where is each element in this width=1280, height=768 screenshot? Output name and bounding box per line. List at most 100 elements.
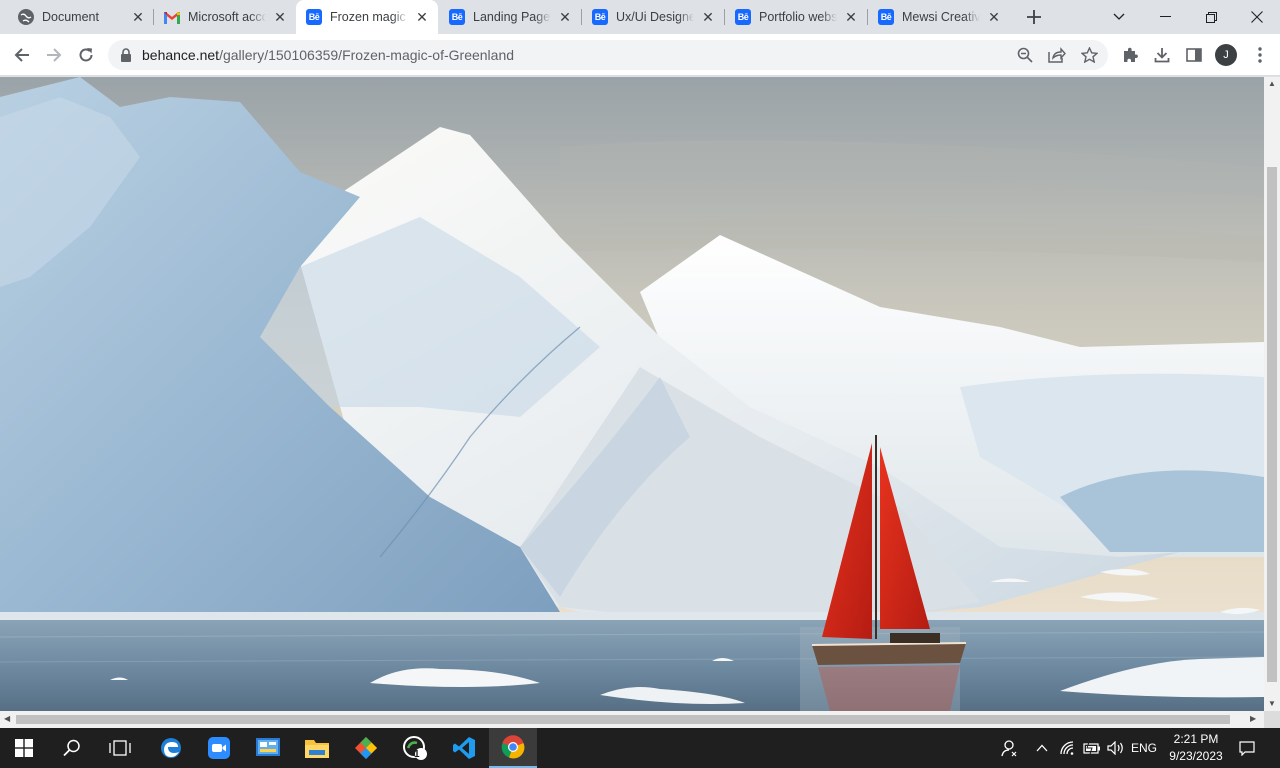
tab-title: Ux/Ui Designer bbox=[616, 10, 694, 24]
profile-avatar[interactable]: J bbox=[1215, 44, 1237, 66]
tab-search-button[interactable] bbox=[1096, 0, 1142, 34]
new-tab-button[interactable] bbox=[1022, 5, 1046, 29]
close-icon[interactable]: ✕ bbox=[414, 9, 430, 25]
tab-landing-page[interactable]: Bē Landing Page - UI ✕ bbox=[439, 0, 581, 34]
taskbar-edge[interactable] bbox=[147, 728, 195, 768]
taskbar-notification-app[interactable]: 1 bbox=[391, 728, 439, 768]
chevron-down-icon bbox=[1113, 13, 1125, 20]
taskbar-search-button[interactable] bbox=[48, 728, 96, 768]
tab-document[interactable]: Document ✕ bbox=[8, 0, 154, 34]
start-button[interactable] bbox=[0, 728, 48, 768]
downloads-button[interactable] bbox=[1150, 43, 1174, 67]
tab-title: Portfolio website bbox=[759, 10, 837, 24]
taskbar-file-explorer[interactable] bbox=[293, 728, 341, 768]
windows-taskbar: 1 ENG 2:21 PM 9/23/2023 bbox=[0, 728, 1280, 768]
url-text: behance.net/gallery/150106359/Frozen-mag… bbox=[142, 47, 514, 63]
close-icon bbox=[1251, 11, 1263, 23]
clock-time: 2:21 PM bbox=[1173, 732, 1219, 746]
url-path: /gallery/150106359/Frozen-magic-of-Green… bbox=[219, 47, 515, 63]
scroll-left-icon[interactable]: ◀ bbox=[4, 714, 10, 723]
taskbar-zoom[interactable] bbox=[195, 728, 243, 768]
tab-title: Document bbox=[42, 10, 99, 24]
scrollbar-thumb[interactable] bbox=[16, 715, 1230, 724]
system-clock[interactable]: 2:21 PM 9/23/2023 bbox=[1160, 731, 1232, 765]
tab-microsoft-account[interactable]: Microsoft account ✕ bbox=[154, 0, 296, 34]
vertical-scrollbar[interactable]: ▲ ▼ bbox=[1264, 77, 1280, 711]
menu-button[interactable] bbox=[1248, 43, 1272, 67]
back-button[interactable] bbox=[10, 43, 34, 67]
taskbar-vscode[interactable] bbox=[440, 728, 488, 768]
notification-badge: 1 bbox=[414, 749, 420, 760]
horizontal-scrollbar[interactable]: ◀ ▶ bbox=[0, 711, 1264, 728]
scrollbar-corner bbox=[1264, 711, 1280, 728]
behance-icon: Bē bbox=[449, 9, 465, 25]
tab-frozen-magic[interactable]: Bē Frozen magic of Greenland ✕ bbox=[296, 0, 438, 34]
behance-icon: Bē bbox=[735, 9, 751, 25]
scroll-right-icon[interactable]: ▶ bbox=[1250, 714, 1256, 723]
url-domain: behance.net bbox=[142, 47, 220, 63]
globe-icon bbox=[18, 9, 34, 25]
notification-center-icon[interactable] bbox=[1234, 728, 1260, 768]
minimize-button[interactable] bbox=[1142, 0, 1188, 34]
reload-icon bbox=[79, 48, 93, 62]
arrow-right-icon bbox=[47, 48, 62, 62]
browser-toolbar: behance.net/gallery/150106359/Frozen-mag… bbox=[0, 34, 1280, 76]
reload-button[interactable] bbox=[74, 43, 98, 67]
kebab-menu-icon bbox=[1258, 47, 1262, 63]
close-icon[interactable]: ✕ bbox=[272, 9, 288, 25]
minimize-icon bbox=[1159, 16, 1171, 17]
restore-button[interactable] bbox=[1188, 0, 1234, 34]
tab-title: Frozen magic of Greenland bbox=[330, 10, 408, 24]
taskbar-control-panel[interactable] bbox=[244, 728, 292, 768]
task-view-button[interactable] bbox=[96, 728, 144, 768]
zoom-icon[interactable] bbox=[1014, 44, 1036, 66]
git-icon bbox=[355, 737, 377, 759]
windows-start-icon bbox=[15, 739, 33, 757]
page-content bbox=[0, 77, 1264, 711]
tab-title: Mewsi Creative bbox=[902, 10, 980, 24]
puzzle-icon bbox=[1124, 47, 1138, 62]
close-window-button[interactable] bbox=[1234, 0, 1280, 34]
language-indicator[interactable]: ENG bbox=[1128, 728, 1160, 768]
close-icon[interactable]: ✕ bbox=[130, 9, 146, 25]
close-icon[interactable]: ✕ bbox=[843, 9, 859, 25]
tab-strip: Document ✕ Microsoft account ✕ Bē Frozen… bbox=[0, 0, 1280, 34]
bookmark-star-icon[interactable] bbox=[1078, 44, 1100, 66]
battery-icon[interactable] bbox=[1080, 728, 1104, 768]
zoom-icon bbox=[208, 737, 230, 759]
close-icon[interactable]: ✕ bbox=[986, 9, 1002, 25]
wifi-icon[interactable] bbox=[1056, 728, 1080, 768]
gmail-icon bbox=[164, 9, 180, 25]
tab-ux-ui-designer[interactable]: Bē Ux/Ui Designer ✕ bbox=[582, 0, 724, 34]
close-icon[interactable]: ✕ bbox=[700, 9, 716, 25]
task-view-icon bbox=[109, 740, 131, 756]
clock-date: 9/23/2023 bbox=[1169, 749, 1223, 763]
address-bar[interactable]: behance.net/gallery/150106359/Frozen-mag… bbox=[108, 40, 1108, 70]
scroll-down-icon[interactable]: ▼ bbox=[1268, 699, 1276, 708]
taskbar-git[interactable] bbox=[342, 728, 390, 768]
download-icon bbox=[1154, 48, 1170, 63]
vscode-icon bbox=[453, 737, 475, 759]
control-panel-icon bbox=[256, 738, 280, 756]
search-icon bbox=[63, 739, 80, 757]
share-icon[interactable] bbox=[1046, 44, 1068, 66]
forward-button[interactable] bbox=[42, 43, 66, 67]
behance-icon: Bē bbox=[878, 9, 894, 25]
arrow-left-icon bbox=[14, 48, 29, 62]
tray-chevron-up-icon[interactable] bbox=[1030, 728, 1054, 768]
scroll-up-icon[interactable]: ▲ bbox=[1268, 79, 1276, 88]
scrollbar-thumb[interactable] bbox=[1267, 167, 1277, 682]
lock-icon bbox=[120, 48, 132, 62]
people-icon[interactable] bbox=[994, 728, 1022, 768]
side-panel-icon bbox=[1186, 48, 1202, 62]
chrome-icon bbox=[501, 735, 525, 759]
side-panel-button[interactable] bbox=[1182, 43, 1206, 67]
extensions-button[interactable] bbox=[1118, 43, 1142, 67]
tab-mewsi-creative[interactable]: Bē Mewsi Creative ✕ bbox=[868, 0, 1010, 34]
behance-icon: Bē bbox=[592, 9, 608, 25]
tab-title: Microsoft account bbox=[188, 10, 266, 24]
taskbar-chrome[interactable] bbox=[489, 728, 537, 768]
tab-portfolio-website[interactable]: Bē Portfolio website ✕ bbox=[725, 0, 867, 34]
close-icon[interactable]: ✕ bbox=[557, 9, 573, 25]
volume-icon[interactable] bbox=[1104, 728, 1128, 768]
